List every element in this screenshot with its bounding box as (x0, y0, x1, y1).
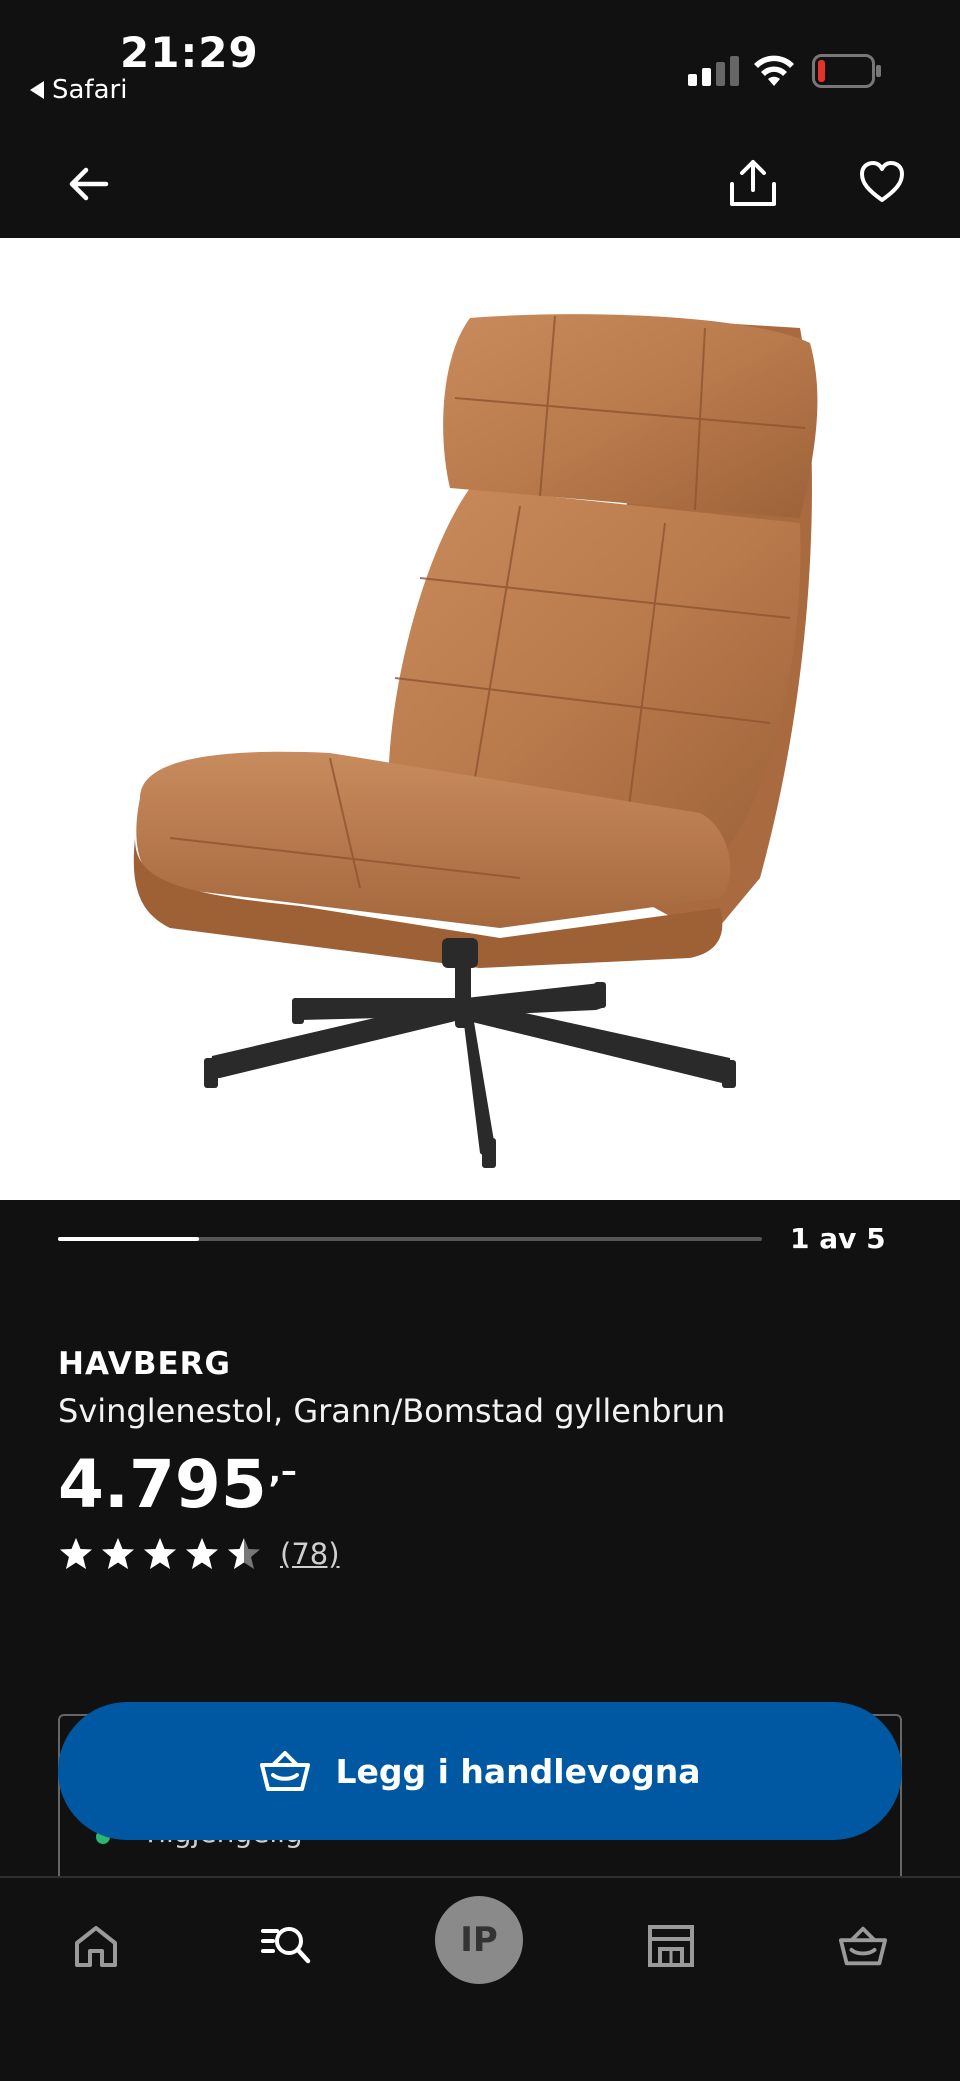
add-to-cart-label: Legg i handlevogna (335, 1751, 701, 1791)
back-triangle-icon (30, 81, 44, 99)
store-icon (648, 1925, 694, 1967)
product-image[interactable] (0, 238, 960, 1200)
heart-icon[interactable] (858, 158, 906, 206)
back-app-label: Safari (52, 75, 128, 105)
arrow-left-icon[interactable] (64, 160, 112, 208)
product-description: Svinglenestol, Grann/Bomstad gyllenbrun (58, 1392, 726, 1430)
star-icon (228, 1538, 260, 1569)
add-to-cart-button[interactable]: Legg i handlevogna (58, 1702, 902, 1840)
status-time: 21:29 (120, 28, 259, 77)
tab-store[interactable] (631, 1906, 711, 1986)
back-to-app[interactable]: Safari (30, 75, 127, 105)
price-suffix: ,– (268, 1452, 297, 1490)
shopping-basket-icon (838, 1926, 888, 1966)
search-list-icon (261, 1927, 311, 1964)
star-icon (60, 1538, 92, 1569)
tab-search[interactable] (246, 1906, 326, 1986)
product-price: 4.795 ,– (58, 1446, 297, 1523)
star-icon (186, 1538, 218, 1569)
carousel-position: 1 av 5 (790, 1222, 886, 1255)
carousel-progress-fill (58, 1237, 199, 1241)
tab-home[interactable] (56, 1906, 136, 1986)
avatar-initials: IP (460, 1920, 498, 1960)
carousel-progress-track (58, 1237, 762, 1241)
tab-profile-avatar[interactable]: IP (435, 1896, 523, 1984)
price-value: 4.795 (58, 1446, 267, 1523)
share-icon[interactable] (726, 156, 780, 210)
tab-cart[interactable] (823, 1906, 903, 1986)
star-icon (144, 1538, 176, 1569)
image-carousel-indicator: 1 av 5 (0, 1200, 960, 1280)
home-icon (75, 1926, 117, 1967)
swivel-chair-illustration (133, 314, 818, 1168)
product-name: HAVBERG (58, 1346, 231, 1382)
bottom-tab-bar: IP (0, 1876, 960, 2081)
shopping-basket-icon (260, 1751, 311, 1791)
star-icon (102, 1538, 134, 1569)
cellular-signal-icon (688, 56, 739, 86)
top-navigation (0, 120, 960, 238)
status-bar: 21:29 Safari (0, 0, 960, 120)
review-count[interactable]: (78) (280, 1537, 340, 1571)
battery-low-icon (812, 54, 881, 88)
product-rating[interactable]: (78) (58, 1536, 340, 1572)
wifi-icon (754, 55, 794, 86)
